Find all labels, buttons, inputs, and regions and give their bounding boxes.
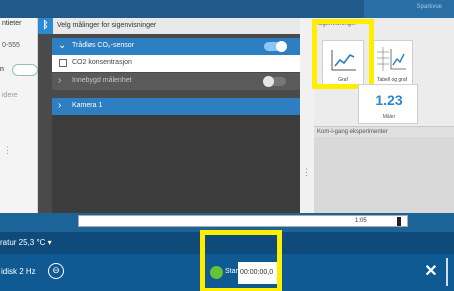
co2-measurement-checkbox[interactable]: [59, 59, 67, 67]
quick-start-experiments-header[interactable]: Kom-i-gang eksperimenter: [314, 126, 454, 137]
meter-value: 1.23: [375, 92, 403, 108]
timeline-thumb[interactable]: [397, 217, 401, 226]
highlight-box-graph: [312, 19, 374, 89]
sensor-row-camera[interactable]: › Kamera 1: [52, 98, 300, 115]
app-name: Sparkvue: [416, 4, 442, 10]
highlight-box-start: [200, 230, 282, 291]
measurement-row-co2-label: CO2 konsentrasjon: [72, 59, 132, 66]
left-toggle-label: n: [0, 66, 4, 73]
sensor-panel-title: Velg målinger for sigenvisninger: [57, 22, 157, 29]
bluetooth-icon[interactable]: ᛒ: [38, 18, 53, 34]
toggle-knob: [276, 41, 287, 52]
tools-icon[interactable]: ✕: [421, 262, 441, 282]
toggle-knob: [263, 76, 274, 87]
timeline-scale-label: 1:05: [355, 218, 367, 224]
sensor-list-empty-area: [52, 115, 300, 213]
co2-sensor-toggle[interactable]: [264, 41, 287, 52]
sensor-row-builtin-label: Innebygd målenhet: [72, 77, 132, 84]
panel-resize-grip-icon[interactable]: ⋮: [3, 146, 12, 155]
quick-start-experiments-area: [314, 137, 454, 213]
sensor-row-co2-label: Trådløs CO₂-sensor: [72, 42, 134, 49]
meter-label: Måler: [382, 114, 396, 120]
sensor-selection-panel: ᛒ Velg målinger for sigenvisninger ⌄ Trå…: [38, 18, 300, 213]
display-option-table-graph[interactable]: Tabell og graf: [371, 40, 413, 86]
panel-resize-grip-icon[interactable]: ⋮: [302, 168, 311, 177]
display-option-table-graph-label: Tabell og graf: [376, 77, 408, 83]
sensor-row-camera-label: Kamera 1: [72, 102, 103, 109]
left-column: ntieter 0-555 n idere: [0, 18, 38, 213]
chevron-right-icon: ›: [58, 100, 62, 111]
timeline-scrollbar[interactable]: 1:05: [78, 215, 408, 227]
top-strip-right: Sparkvue: [364, 0, 454, 18]
sensor-row-co2[interactable]: ⌄ Trådløs CO₂-sensor: [52, 38, 300, 55]
display-option-meter[interactable]: 1.23 Måler: [358, 84, 418, 124]
sensor-row-builtin[interactable]: › Innebygd målenhet: [52, 73, 300, 90]
toolbar-divider: [446, 258, 448, 286]
left-device-id: 0-555: [2, 42, 20, 49]
table-graph-icon: [377, 47, 406, 71]
temperature-readout[interactable]: ratur 25,3 °C ▾: [0, 238, 52, 247]
measurement-row-co2[interactable]: CO2 konsentrasjon: [52, 55, 300, 72]
left-value-label: idere: [2, 92, 18, 99]
chevron-right-icon: ›: [58, 75, 62, 86]
sample-rate-icon[interactable]: ⊖: [48, 263, 64, 279]
sparkvue-window: Sparkvue ntieter 0-555 n idere ᛒ Velg må…: [0, 0, 454, 291]
builtin-sensor-toggle[interactable]: [263, 76, 286, 87]
sample-rate-label: idisk 2 Hz: [1, 267, 36, 276]
chevron-down-icon: ⌄: [58, 40, 67, 51]
left-options-label: ntieter: [2, 20, 22, 27]
sensor-panel-header: ᛒ Velg målinger for sigenvisninger: [38, 18, 300, 34]
left-toggle[interactable]: [12, 64, 38, 76]
